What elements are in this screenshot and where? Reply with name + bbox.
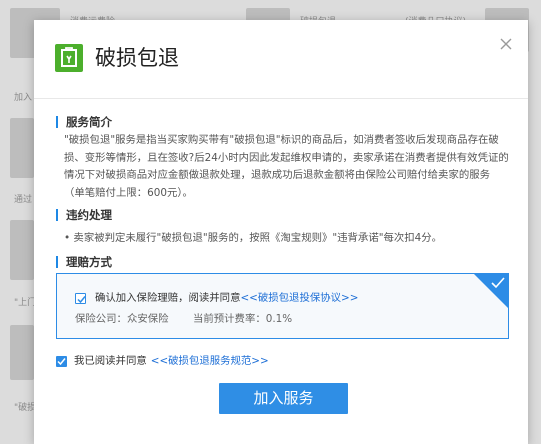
company-label: 保险公司：	[75, 313, 127, 325]
insurance-company-row: 保险公司：众安保险	[75, 312, 169, 326]
join-service-button[interactable]: 加入服务	[219, 383, 348, 414]
bg-label-1: 加入	[14, 93, 33, 103]
rate-value: 0.1%	[265, 313, 293, 325]
intro-text: "破损包退"服务是指当买家购买带有"破损包退"标识的商品后，如消费者签收后发现商…	[64, 134, 509, 199]
terms-link[interactable]: <<破损包退服务规范>>	[151, 355, 269, 367]
violation-heading: 违约处理	[56, 209, 112, 221]
insurance-claim-option[interactable]: 确认加入保险理赔，阅读并同意<<破损包退投保协议>> 保险公司：众安保险 当前预…	[56, 273, 509, 339]
check-icon	[77, 296, 86, 304]
bg-label-2: 通过	[14, 195, 33, 205]
join-service-dialog: 破损包退 服务简介 "破损包退"服务是指当买家购买带有"破损包退"标识的商品后，…	[34, 20, 528, 444]
bg-label-4: "破损	[14, 403, 37, 413]
claim-heading: 理赔方式	[56, 256, 112, 268]
bg-label-3: "上门	[14, 298, 37, 308]
check-icon	[57, 358, 66, 366]
rate-label: 当前预计费率：	[193, 313, 266, 325]
rate-row: 当前预计费率：0.1%	[193, 312, 292, 326]
terms-checkbox[interactable]	[56, 356, 67, 367]
insurance-agree-checkbox[interactable]	[75, 293, 86, 304]
check-icon	[491, 277, 505, 289]
dialog-title: 破损包退	[95, 46, 179, 70]
insurance-agree-label: 确认加入保险理赔，阅读并同意<<破损包退投保协议>>	[95, 291, 358, 305]
close-icon[interactable]	[496, 34, 516, 54]
terms-label: 我已阅读并同意 <<破损包退服务规范>>	[74, 354, 269, 368]
bg-card-6	[10, 325, 34, 380]
violation-text: • 卖家被判定未履行"破损包退"服务的，按照《淘宝规则》"违背承诺"每次扣4分。	[64, 232, 443, 244]
insurance-agree-text: 确认加入保险理赔，阅读并同意	[95, 292, 241, 304]
bag-return-icon	[55, 44, 83, 72]
insurance-agreement-link[interactable]: <<破损包退投保协议>>	[240, 292, 358, 304]
bg-card-5	[10, 220, 34, 280]
dialog-header: 破损包退	[34, 20, 528, 99]
intro-heading: 服务简介	[56, 116, 112, 128]
terms-text: 我已阅读并同意	[74, 355, 147, 367]
bg-card-4	[10, 118, 34, 178]
company-value: 众安保险	[126, 313, 169, 325]
